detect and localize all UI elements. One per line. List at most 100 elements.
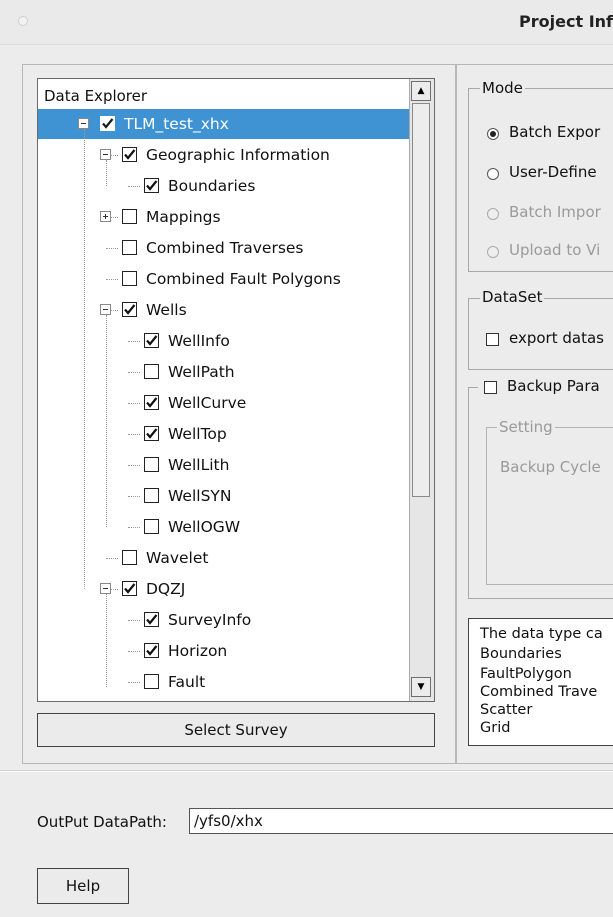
tree-item-checkbox[interactable] xyxy=(122,581,137,596)
export-dataset-label: export datas xyxy=(509,329,604,347)
tree-item-label: DQZJ xyxy=(146,580,186,598)
tree-item[interactable]: Combined Fault Polygons xyxy=(38,264,412,294)
tree-connector xyxy=(128,651,140,652)
tree-item[interactable]: TLM_test_xhx xyxy=(38,109,412,139)
tree-item[interactable]: WellOGW xyxy=(38,512,412,542)
info-line: Grid xyxy=(480,720,511,736)
tree-item-checkbox[interactable] xyxy=(122,550,137,565)
tree-item-label: Fault xyxy=(168,673,206,691)
tree-connector xyxy=(128,372,140,373)
tree-item-checkbox[interactable] xyxy=(144,488,159,503)
scroll-down-icon[interactable]: ▼ xyxy=(411,677,431,697)
tree-container: TLM_test_xhx Geographic Information Bounda… xyxy=(38,109,412,701)
export-dataset-checkbox[interactable] xyxy=(486,333,499,346)
tree-connector xyxy=(106,279,118,280)
tree-item[interactable]: Fault xyxy=(38,667,412,697)
tree-item-checkbox[interactable] xyxy=(122,209,137,224)
tree-item[interactable]: Boundaries xyxy=(38,171,412,201)
tree-item-label: TLM_test_xhx xyxy=(124,115,229,133)
info-line: FaultPolygon xyxy=(480,666,572,682)
tree-item[interactable]: Geographic Information xyxy=(38,140,412,170)
tree-connector xyxy=(128,527,140,528)
tree-item[interactable]: WellLith xyxy=(38,450,412,480)
collapse-icon[interactable] xyxy=(78,118,89,129)
mode-option-label: Upload to Vi xyxy=(509,241,601,259)
tree-guide-line xyxy=(84,129,85,589)
window-control-icon[interactable] xyxy=(18,16,28,26)
tree-item-checkbox[interactable] xyxy=(144,674,159,689)
tree-item-label: Horizon xyxy=(168,642,228,660)
tree-item-checkbox[interactable] xyxy=(122,147,137,162)
output-datapath-input[interactable] xyxy=(189,808,613,834)
tree-item-label: WellOGW xyxy=(168,518,241,536)
data-explorer-title: Data Explorer xyxy=(44,87,148,105)
tree-item[interactable]: Wells xyxy=(38,295,412,325)
scroll-thumb[interactable] xyxy=(412,103,430,497)
tree-item-label: WellPath xyxy=(168,363,235,381)
mode-option-label: Batch Impor xyxy=(509,203,601,221)
separator-highlight xyxy=(0,771,613,772)
tree-item[interactable]: WellInfo xyxy=(38,326,412,356)
tree-item[interactable]: WellCurve xyxy=(38,388,412,418)
tree-item-label: Boundaries xyxy=(168,177,256,195)
tree-item-checkbox[interactable] xyxy=(144,457,159,472)
collapse-icon[interactable] xyxy=(100,583,111,594)
data-type-info-box: The data type ca Boundaries FaultPolygon… xyxy=(468,618,613,746)
info-line: Scatter xyxy=(480,702,533,718)
tree-item-label: Geographic Information xyxy=(146,146,330,164)
mode-radio-0[interactable] xyxy=(487,128,499,140)
vertical-scrollbar[interactable]: ▲ ▼ xyxy=(409,79,434,701)
tree-item-checkbox[interactable] xyxy=(144,178,159,193)
backup-cycle-label: Backup Cycle xyxy=(500,458,601,476)
tree-item[interactable]: WellPath xyxy=(38,357,412,387)
info-line: Combined Trave xyxy=(480,684,598,700)
tree-item-label: WellLith xyxy=(168,456,230,474)
tree-item-checkbox[interactable] xyxy=(144,395,159,410)
tree-item-label: WellCurve xyxy=(168,394,247,412)
scroll-up-icon[interactable]: ▲ xyxy=(411,81,431,101)
tree-item-checkbox[interactable] xyxy=(122,240,137,255)
tree-item-checkbox[interactable] xyxy=(122,271,137,286)
dataset-group-title: DataSet xyxy=(480,288,545,306)
mode-option-label: User-Define xyxy=(509,163,597,181)
tree-connector xyxy=(128,496,140,497)
tree-item[interactable]: Mappings xyxy=(38,202,412,232)
tree-item-label: WellSYN xyxy=(168,487,232,505)
select-survey-button[interactable]: Select Survey xyxy=(37,713,435,747)
mode-radio-1[interactable] xyxy=(487,168,499,180)
tree-guide-line xyxy=(106,315,107,527)
tree-item[interactable]: DQZJ xyxy=(38,574,412,604)
tree-item[interactable]: WellSYN xyxy=(38,481,412,511)
tree-item[interactable]: Horizon xyxy=(38,636,412,666)
data-explorer-tree[interactable]: Data Explorer TLM_test_xhx Geographic Inf… xyxy=(37,78,435,702)
title-bar: Project Inf xyxy=(0,0,613,45)
tree-item[interactable]: WellTop xyxy=(38,419,412,449)
collapse-icon[interactable] xyxy=(100,149,111,160)
tree-item-label: SurveyInfo xyxy=(168,611,252,629)
tree-item-label: Combined Fault Polygons xyxy=(146,270,341,288)
info-line: The data type ca xyxy=(480,626,603,642)
tree-connector xyxy=(128,465,140,466)
tree-item-checkbox[interactable] xyxy=(144,519,159,534)
tree-item[interactable]: Wavelet xyxy=(38,543,412,573)
tree-item[interactable]: SurveyInfo xyxy=(38,605,412,635)
backup-checkbox[interactable] xyxy=(484,381,497,394)
tree-item-checkbox[interactable] xyxy=(144,612,159,627)
tree-item-label: WellTop xyxy=(168,425,227,443)
tree-item-checkbox[interactable] xyxy=(122,302,137,317)
tree-item[interactable]: Combined Traverses xyxy=(38,233,412,263)
tree-item-checkbox[interactable] xyxy=(144,643,159,658)
tree-connector xyxy=(128,434,140,435)
tree-connector xyxy=(106,248,118,249)
tree-connector xyxy=(128,341,140,342)
help-button[interactable]: Help xyxy=(37,868,129,904)
tree-item-checkbox[interactable] xyxy=(144,333,159,348)
backup-label: Backup Para xyxy=(507,377,600,395)
tree-item-label: Mappings xyxy=(146,208,221,226)
collapse-icon[interactable] xyxy=(100,304,111,315)
tree-item-checkbox[interactable] xyxy=(144,364,159,379)
tree-item-checkbox[interactable] xyxy=(100,116,115,131)
expand-icon[interactable] xyxy=(100,211,111,222)
tree-item-checkbox[interactable] xyxy=(144,426,159,441)
tree-connector xyxy=(128,620,140,621)
